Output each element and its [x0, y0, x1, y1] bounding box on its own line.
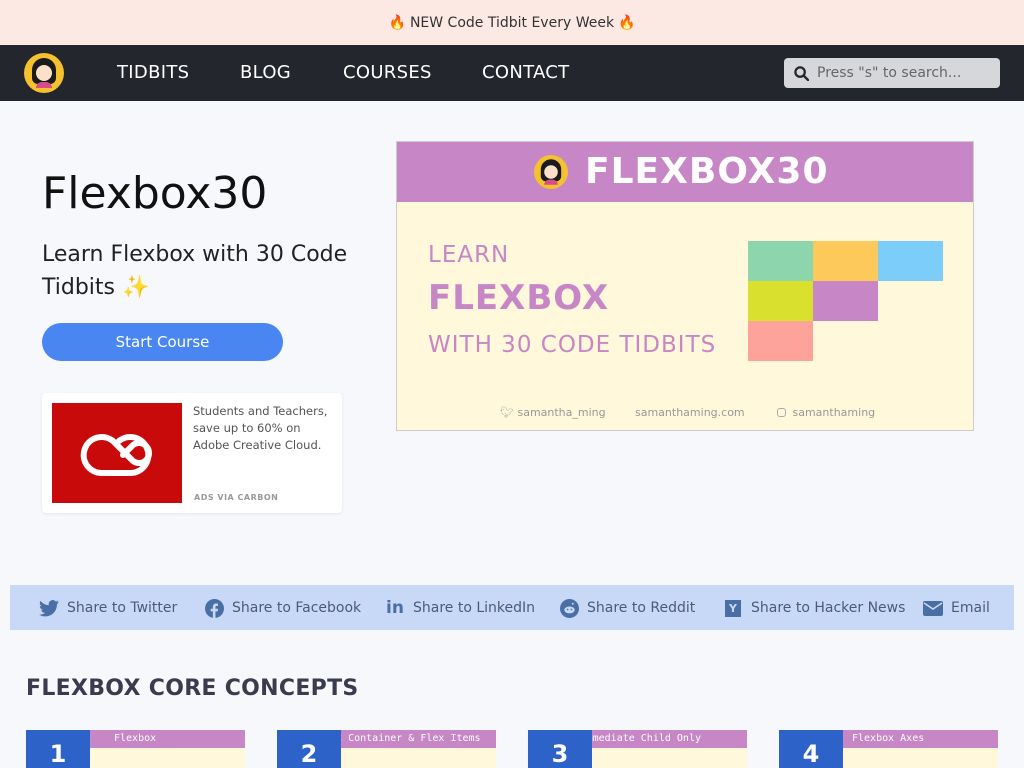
card-title: Immediate Child Only [586, 733, 701, 744]
creative-cloud-icon [80, 434, 152, 476]
banner-twitter-handle: 🐦︎ samantha_ming [500, 406, 606, 419]
carbon-ad[interactable]: Students and Teachers, save up to 60% on… [42, 393, 342, 513]
ad-copy[interactable]: Students and Teachers, save up to 60% on… [193, 403, 335, 454]
color-square [878, 241, 943, 281]
banner-instagram-handle: samanthaming [777, 406, 875, 419]
search-icon [794, 65, 809, 81]
avatar-face-icon [30, 58, 58, 88]
banner-line-learn: LEARN [428, 242, 510, 268]
reddit-icon [559, 598, 579, 618]
start-course-button[interactable]: Start Course [42, 323, 283, 361]
search-input[interactable] [817, 65, 987, 81]
email-icon [923, 599, 943, 617]
card-title: Flex Container & Flex Items [318, 733, 481, 744]
twitter-icon: 🐦︎ [500, 406, 514, 419]
search-box[interactable] [784, 58, 1000, 88]
card-title: Flexbox [114, 733, 157, 744]
color-square [748, 321, 813, 361]
card-number: 4 [779, 730, 843, 768]
card-title: Flexbox Axes [852, 733, 925, 744]
color-square [813, 281, 878, 321]
card-number: 1 [26, 730, 90, 768]
nav-link-courses[interactable]: COURSES [343, 62, 432, 83]
tidbit-card-1[interactable]: Flexbox 1 [26, 730, 245, 768]
hacker-news-icon: Y [723, 599, 743, 617]
announcement-bar[interactable]: 🔥 NEW Code Tidbit Every Week 🔥 [0, 0, 1024, 45]
announcement-text[interactable]: NEW Code Tidbit Every Week [410, 15, 614, 31]
card-number: 3 [528, 730, 592, 768]
facebook-icon [204, 598, 224, 618]
tidbit-card-4[interactable]: Flexbox Axes 4 [779, 730, 998, 768]
page-subtitle: Learn Flexbox with 30 Code Tidbits ✨ [42, 242, 348, 300]
ad-attribution[interactable]: ADS VIA CARBON [194, 493, 278, 502]
avatar-icon [534, 155, 568, 189]
share-linkedin-button[interactable]: in Share to LinkedIn [385, 598, 535, 618]
color-square [813, 241, 878, 281]
color-square [748, 241, 813, 281]
page-title: Flexbox30 [42, 168, 268, 219]
banner-line-tidbits: WITH 30 CODE TIDBITS [428, 332, 717, 358]
fire-icon: 🔥 [388, 14, 406, 31]
banner-title: FLEXBOX30 [585, 151, 829, 192]
share-bar: Share to Twitter Share to Facebook in Sh… [10, 585, 1014, 630]
tidbit-card-2[interactable]: Flex Container & Flex Items 2 [277, 730, 496, 768]
top-nav: TIDBITS BLOG COURSES CONTACT [0, 45, 1024, 101]
share-facebook-button[interactable]: Share to Facebook [204, 598, 361, 618]
instagram-icon [777, 408, 786, 417]
share-email-button[interactable]: Email [923, 599, 990, 617]
nav-link-contact[interactable]: CONTACT [482, 62, 569, 83]
course-banner-image: FLEXBOX30 LEARN FLEXBOX WITH 30 CODE TID… [396, 141, 974, 431]
banner-line-flexbox: FLEXBOX [428, 278, 610, 318]
banner-header: FLEXBOX30 [397, 142, 973, 202]
fire-icon: 🔥 [618, 14, 636, 31]
color-square [748, 281, 813, 321]
nav-link-blog[interactable]: BLOG [240, 62, 291, 83]
card-number: 2 [277, 730, 341, 768]
nav-link-tidbits[interactable]: TIDBITS [117, 62, 189, 83]
section-heading: FLEXBOX CORE CONCEPTS [26, 676, 359, 701]
share-twitter-button[interactable]: Share to Twitter [39, 599, 177, 617]
share-reddit-button[interactable]: Share to Reddit [559, 598, 695, 618]
adobe-cc-logo[interactable] [52, 403, 182, 503]
tidbit-card-3[interactable]: Immediate Child Only 3 [528, 730, 747, 768]
banner-site: samanthaming.com [635, 406, 745, 419]
avatar-logo[interactable] [24, 53, 64, 93]
linkedin-icon: in [386, 598, 404, 618]
share-hacker-news-button[interactable]: Y Share to Hacker News [723, 599, 905, 617]
twitter-icon [39, 599, 59, 617]
